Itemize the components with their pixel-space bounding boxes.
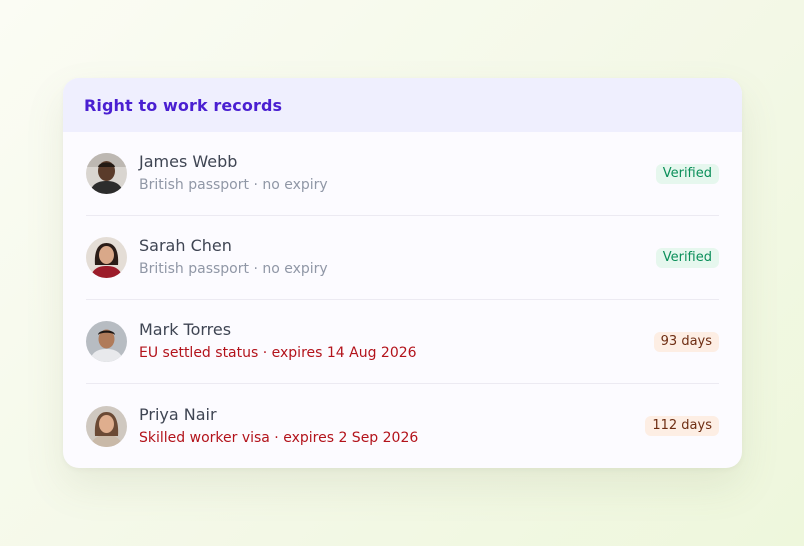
- record-info: Priya Nair Skilled worker visa · expires…: [139, 405, 645, 448]
- days-remaining-badge: 93 days: [653, 331, 719, 352]
- document-detail: Skilled worker visa · expires 2 Sep 2026: [139, 429, 419, 446]
- card-title: Right to work records: [84, 95, 283, 115]
- days-remaining-badge: 112 days: [645, 416, 719, 436]
- record-info: James Webb British passport · no expiry: [139, 152, 656, 195]
- avatar: [86, 153, 127, 194]
- document-detail: British passport · no expiry: [139, 261, 328, 277]
- document-detail: EU settled status · expires 14 Aug 2026: [139, 345, 417, 361]
- card-header: Right to work records: [63, 78, 742, 132]
- right-to-work-card: Right to work records James Webb British…: [63, 78, 742, 468]
- records-list: James Webb British passport · no expiry …: [63, 132, 742, 468]
- record-row[interactable]: James Webb British passport · no expiry …: [86, 132, 719, 216]
- employee-name: Sarah Chen: [139, 236, 232, 255]
- person-photo-icon: [86, 237, 127, 278]
- avatar: [86, 405, 127, 447]
- record-row[interactable]: Mark Torres EU settled status · expires …: [86, 300, 719, 384]
- employee-name: Priya Nair: [139, 404, 217, 424]
- record-info: Mark Torres EU settled status · expires …: [139, 320, 654, 363]
- document-detail: British passport · no expiry: [139, 177, 328, 193]
- avatar: [86, 321, 127, 362]
- employee-name: James Webb: [139, 152, 238, 171]
- avatar: [86, 237, 127, 278]
- record-row[interactable]: Priya Nair Skilled worker visa · expires…: [86, 384, 719, 468]
- record-info: Sarah Chen British passport · no expiry: [139, 236, 656, 279]
- verified-badge: Verified: [655, 247, 719, 268]
- person-photo-icon: [86, 405, 127, 447]
- person-photo-icon: [86, 321, 127, 362]
- verified-badge: Verified: [655, 163, 719, 184]
- record-row[interactable]: Sarah Chen British passport · no expiry …: [86, 216, 719, 300]
- employee-name: Mark Torres: [139, 320, 232, 339]
- person-photo-icon: [86, 153, 127, 194]
